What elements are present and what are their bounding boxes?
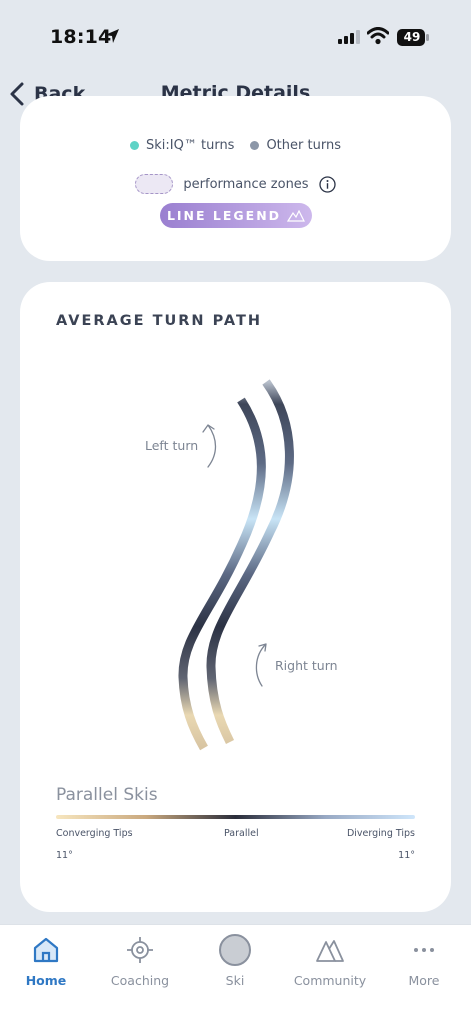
legend-skiiq-label: Ski:IQ™ turns [146, 138, 235, 153]
right-turn-arrow-icon [255, 643, 267, 687]
parallel-skis-title: Parallel Skis [56, 785, 158, 805]
legend-skiiq-turns: Ski:IQ™ turns [130, 138, 234, 153]
target-icon [127, 937, 153, 963]
mountains-icon [316, 940, 344, 962]
performance-zones-label: performance zones [183, 176, 309, 192]
battery-level: 49 [403, 30, 421, 44]
left-turn-arrow-icon [202, 424, 217, 468]
performance-zone-swatch [135, 174, 174, 194]
tab-home-label: Home [25, 973, 67, 988]
turn-path-card: AVERAGE TURN PATH Left turn Right turn P… [20, 282, 451, 912]
tab-ski-label: Ski [225, 973, 245, 988]
location-arrow-icon [105, 29, 119, 43]
wifi-icon [367, 27, 389, 45]
cellular-signal-icon [338, 30, 360, 44]
left-turn-label: Left turn [145, 438, 199, 453]
parallel-gradient-bar [56, 815, 415, 819]
tab-more-label: More [408, 973, 440, 988]
skiiq-dot [130, 141, 140, 150]
line-legend-label: LINE LEGEND [166, 208, 282, 223]
turn-path-graphic [178, 379, 294, 751]
tab-more[interactable]: More [384, 935, 464, 988]
legend-card: Ski:IQ™ turns Other turns performance zo… [20, 96, 451, 261]
diverging-value: 11° [398, 850, 415, 861]
other-dot [250, 141, 260, 150]
home-icon [33, 937, 59, 963]
tab-community[interactable]: Community [290, 935, 370, 988]
diverging-tips-label: Diverging Tips [346, 828, 415, 839]
tab-community-label: Community [293, 973, 367, 988]
legend-other-turns: Other turns [250, 138, 341, 153]
tab-coaching-label: Coaching [110, 973, 170, 988]
turn-legend: Ski:IQ™ turns Other turns [20, 138, 451, 153]
tab-ski[interactable]: Ski [195, 934, 275, 988]
status-bar: 18:14 49 [0, 0, 471, 72]
mountain-icon [287, 209, 306, 222]
tab-bar: Home Coaching Ski Community More [0, 924, 471, 1025]
right-ski-track [206, 379, 294, 745]
more-icon [414, 948, 434, 952]
right-turn-label: Right turn [275, 658, 338, 673]
converging-value: 11° [56, 850, 73, 861]
legend-other-label: Other turns [266, 138, 341, 153]
zones-legend: performance zones [20, 174, 451, 194]
tab-home[interactable]: Home [6, 935, 86, 988]
info-icon[interactable] [318, 175, 336, 193]
status-time: 18:14 [50, 26, 112, 48]
converging-tips-label: Converging Tips [56, 828, 133, 839]
line-legend-button[interactable]: LINE LEGEND [160, 203, 312, 228]
circle-icon [219, 934, 251, 966]
tab-coaching[interactable]: Coaching [100, 935, 180, 988]
parallel-label: Parallel [224, 828, 259, 839]
